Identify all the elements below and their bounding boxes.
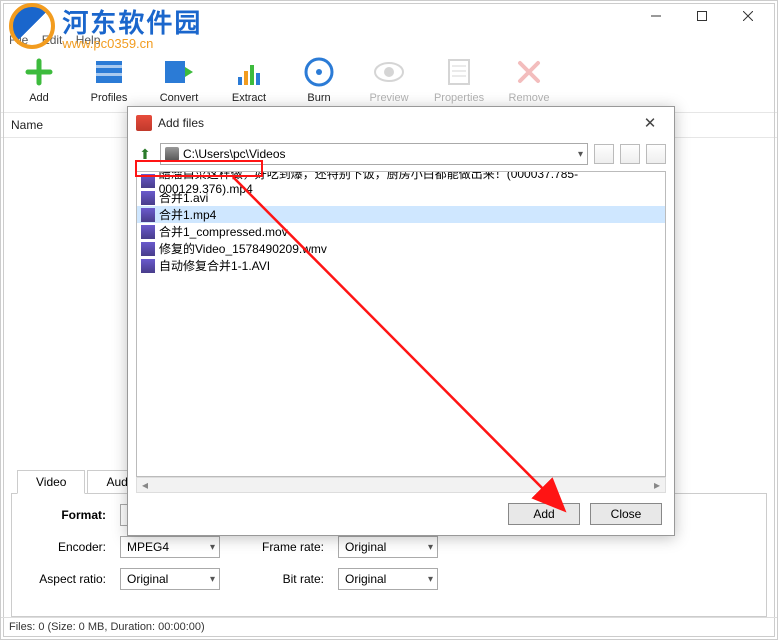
toolbar-label: Convert (160, 92, 199, 104)
video-file-icon (141, 208, 155, 222)
titlebar (1, 1, 777, 31)
file-row[interactable]: 醋溜白菜这样做，好吃到爆，还特别下饭，厨房小白都能做出来！(000037.785… (137, 172, 665, 189)
file-row[interactable]: 自动修复合并1-1.AVI (137, 257, 665, 274)
toolbar-convert-button[interactable]: Convert (155, 55, 203, 104)
video-file-icon (141, 174, 155, 188)
frame-rate-label: Frame rate: (234, 540, 324, 554)
dialog-close-btn[interactable]: Close (590, 503, 662, 525)
profiles-icon (92, 55, 126, 89)
file-name: 修复的Video_1578490209.wmv (159, 240, 327, 257)
file-row[interactable]: 合并1.mp4 (137, 206, 665, 223)
file-name: 合并1.avi (159, 189, 208, 206)
aspect-select[interactable]: Original (120, 568, 220, 590)
file-list[interactable]: 醋溜白菜这样做，好吃到爆，还特别下饭，厨房小白都能做出来！(000037.785… (136, 171, 666, 477)
close-button[interactable] (725, 1, 771, 31)
path-text: C:\Users\pc\Videos (183, 147, 286, 161)
toolbar-label: Profiles (91, 92, 128, 104)
menu-file[interactable]: File (9, 33, 28, 47)
bitrate-select[interactable]: Original (338, 568, 438, 590)
menubar: File Edit Help (1, 31, 777, 51)
toolbar-label: Burn (307, 92, 330, 104)
menu-help[interactable]: Help (76, 33, 101, 47)
video-file-icon (141, 259, 155, 273)
tab-video[interactable]: Video (17, 470, 85, 494)
dialog-add-button[interactable]: Add (508, 503, 580, 525)
toolbar-preview-button: Preview (365, 55, 413, 104)
encoder-label: Encoder: (26, 540, 106, 554)
properties-icon (442, 55, 476, 89)
add-files-dialog: Add files ✕ ⬆ C:\Users\pc\Videos ▾ 醋溜白菜这… (127, 106, 675, 536)
format-label: Format: (26, 508, 106, 522)
video-file-icon (141, 242, 155, 256)
file-name: 自动修复合并1-1.AVI (159, 257, 270, 274)
path-dropdown-icon[interactable]: ▾ (578, 149, 583, 160)
video-file-icon (141, 191, 155, 205)
menu-edit[interactable]: Edit (42, 33, 63, 47)
dialog-icon (136, 115, 152, 131)
scroll-right-icon[interactable]: ▸ (649, 478, 665, 492)
disk-icon (165, 147, 179, 161)
toolbar-label: Extract (232, 92, 266, 104)
toolbar: Add Profiles Convert Extract Burn Preview Prop… (1, 51, 777, 113)
toolbar-add-button[interactable]: Add (15, 55, 63, 104)
extract-icon (232, 55, 266, 89)
toolbar-burn-button[interactable]: Burn (295, 55, 343, 104)
preview-icon (372, 55, 406, 89)
view-button-3[interactable] (646, 144, 666, 164)
file-name: 醋溜白菜这样做，好吃到爆，还特别下饭，厨房小白都能做出来！(000037.785… (159, 171, 661, 196)
maximize-button[interactable] (679, 1, 725, 31)
toolbar-label: Add (29, 92, 49, 104)
view-button-2[interactable] (620, 144, 640, 164)
status-bar: Files: 0 (Size: 0 MB, Duration: 00:00:00… (1, 617, 777, 639)
minimize-button[interactable] (633, 1, 679, 31)
toolbar-extract-button[interactable]: Extract (225, 55, 273, 104)
toolbar-profiles-button[interactable]: Profiles (85, 55, 133, 104)
path-input[interactable]: C:\Users\pc\Videos ▾ (160, 143, 588, 165)
view-button-1[interactable] (594, 144, 614, 164)
toolbar-label: Preview (369, 92, 408, 104)
horizontal-scrollbar[interactable]: ◂ ▸ (136, 477, 666, 493)
scroll-left-icon[interactable]: ◂ (137, 478, 153, 492)
file-name: 合并1.mp4 (159, 206, 216, 223)
remove-icon (512, 55, 546, 89)
add-icon (22, 55, 56, 89)
toolbar-label: Remove (509, 92, 550, 104)
dialog-close-button[interactable]: ✕ (634, 114, 666, 132)
toolbar-label: Properties (434, 92, 484, 104)
file-name: 合并1_compressed.mov (159, 223, 288, 240)
video-file-icon (141, 225, 155, 239)
bitrate-label: Bit rate: (234, 572, 324, 586)
up-folder-button[interactable]: ⬆ (136, 144, 154, 164)
burn-icon (302, 55, 336, 89)
file-row[interactable]: 修复的Video_1578490209.wmv (137, 240, 665, 257)
toolbar-properties-button: Properties (435, 55, 483, 104)
file-row[interactable]: 合并1_compressed.mov (137, 223, 665, 240)
aspect-label: Aspect ratio: (26, 572, 106, 586)
toolbar-remove-button: Remove (505, 55, 553, 104)
convert-icon (162, 55, 196, 89)
frame-rate-select[interactable]: Original (338, 536, 438, 558)
dialog-title: Add files (158, 116, 634, 130)
encoder-select[interactable]: MPEG4 (120, 536, 220, 558)
